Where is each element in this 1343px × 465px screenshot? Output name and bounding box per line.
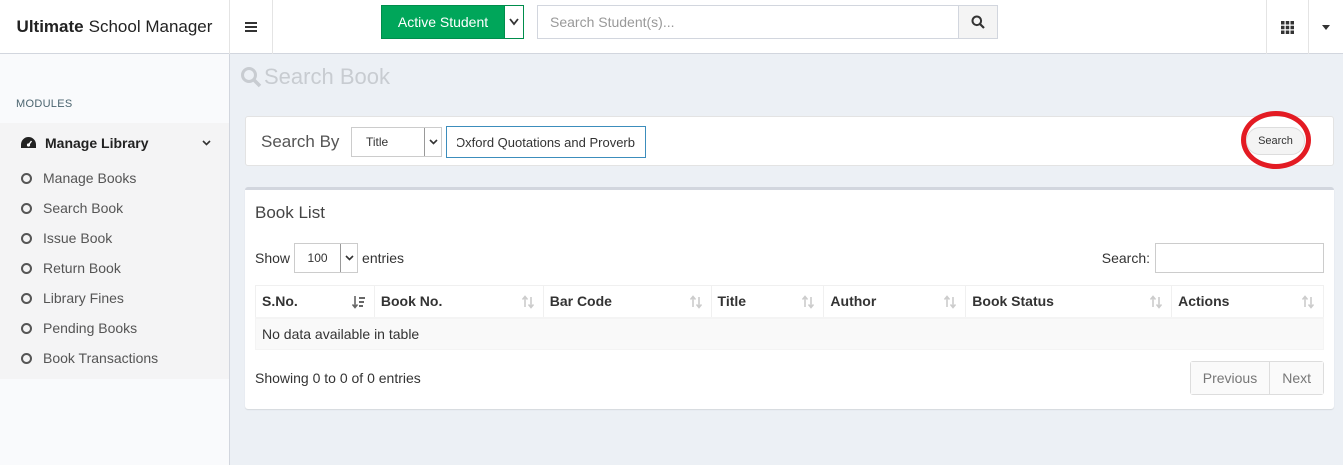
- brand-rest: School Manager: [88, 17, 213, 36]
- entries-select-value: 100: [307, 251, 328, 265]
- previous-page-button[interactable]: Previous: [1190, 362, 1270, 394]
- sidebar-item-manage-books[interactable]: Manage Books: [0, 163, 229, 193]
- search-by-select[interactable]: Title: [351, 127, 442, 157]
- top-navbar: Ultimate School Manager Active Student: [0, 0, 1343, 54]
- sort-both-icon: [1301, 295, 1315, 309]
- book-list-title: Book List: [255, 203, 325, 222]
- sort-both-icon: [802, 295, 815, 309]
- column-header-book-status[interactable]: Book Status: [965, 285, 1173, 319]
- sidebar: MODULES Manage Library Manage Books Sear…: [0, 54, 230, 465]
- column-header-book-no[interactable]: Book No.: [373, 285, 544, 319]
- sidebar-item-book-transactions[interactable]: Book Transactions: [0, 343, 229, 373]
- column-header-label: Book Status: [972, 293, 1054, 310]
- circle-icon: [21, 172, 32, 184]
- column-header-label: Book No.: [380, 293, 443, 310]
- sort-both-icon: [1149, 295, 1163, 309]
- book-list-box: Book List Show 100 entries Search: S.No.…: [245, 187, 1334, 409]
- table-search-input[interactable]: [1155, 243, 1324, 273]
- sidebar-group-label: Manage Library: [45, 135, 149, 151]
- active-student-dropdown[interactable]: Active Student: [381, 5, 524, 39]
- student-search-button[interactable]: [958, 6, 997, 38]
- book-table: S.No. Book No. Bar Code Title Author Boo…: [255, 285, 1324, 350]
- sort-both-icon: [689, 295, 702, 309]
- chevron-down-icon: [202, 140, 211, 146]
- brand-bold: Ultimate: [16, 17, 84, 36]
- circle-icon: [21, 292, 32, 304]
- pagination: Previous Next: [1189, 361, 1324, 395]
- table-header-row: S.No. Book No. Bar Code Title Author Boo…: [255, 285, 1324, 319]
- circle-icon: [21, 202, 32, 214]
- column-header-label: Bar Code: [549, 293, 612, 310]
- page-title-text: Search Book: [264, 64, 390, 89]
- search-title-input[interactable]: [446, 126, 646, 158]
- column-header-label: Title: [717, 293, 747, 310]
- table-row: No data available in table: [255, 317, 1324, 350]
- sidebar-item-label: Library Fines: [43, 290, 124, 306]
- empty-table-message: No data available in table: [255, 317, 1324, 350]
- column-header-title[interactable]: Title: [710, 285, 825, 319]
- sidebar-item-pending-books[interactable]: Pending Books: [0, 313, 229, 343]
- search-form-box: Search By Title Search: [245, 111, 1334, 169]
- chevron-down-icon: [424, 128, 441, 156]
- circle-icon: [21, 322, 32, 334]
- entries-length-control: Show 100 entries: [255, 243, 404, 273]
- circle-icon: [21, 232, 32, 244]
- search-button[interactable]: Search: [1246, 127, 1305, 155]
- dashboard-gauge-icon: [21, 137, 36, 148]
- column-header-bar-code[interactable]: Bar Code: [542, 285, 712, 319]
- student-search-input[interactable]: [538, 6, 958, 38]
- table-info: Showing 0 to 0 of 0 entries: [255, 370, 421, 386]
- table-search-label: Search:: [1101, 250, 1150, 266]
- modules-header: MODULES: [16, 98, 73, 110]
- circle-icon: [21, 262, 32, 274]
- sidebar-item-label: Return Book: [43, 260, 121, 276]
- search-by-label: Search By: [261, 132, 340, 151]
- sidebar-item-issue-book[interactable]: Issue Book: [0, 223, 229, 253]
- sidebar-item-return-book[interactable]: Return Book: [0, 253, 229, 283]
- show-label: Show: [255, 250, 291, 266]
- sidebar-item-label: Book Transactions: [43, 350, 159, 366]
- sidebar-item-label: Pending Books: [43, 320, 138, 336]
- sidebar-item-label: Search Book: [43, 200, 124, 216]
- hamburger-icon: [245, 26, 257, 28]
- entries-select[interactable]: 100: [294, 243, 359, 273]
- search-by-select-value: Title: [366, 135, 389, 149]
- user-menu-caret-icon[interactable]: [1309, 0, 1343, 54]
- sidebar-item-search-book[interactable]: Search Book: [0, 193, 229, 223]
- column-header-actions[interactable]: Actions: [1171, 285, 1324, 319]
- table-search: Search:: [1102, 243, 1324, 273]
- column-header-label: Actions: [1178, 293, 1230, 310]
- chevron-down-icon: [340, 244, 357, 272]
- apps-grid-icon[interactable]: [1266, 0, 1309, 54]
- page-title: Search Book: [240, 64, 390, 90]
- next-page-button[interactable]: Next: [1269, 362, 1323, 394]
- column-header-author[interactable]: Author: [823, 285, 967, 319]
- sidebar-toggle-button[interactable]: [230, 0, 273, 54]
- search-icon: [971, 15, 985, 29]
- sidebar-item-library-fines[interactable]: Library Fines: [0, 283, 229, 313]
- circle-icon: [21, 352, 32, 364]
- sidebar-item-label: Issue Book: [43, 230, 113, 246]
- brand-logo[interactable]: Ultimate School Manager: [0, 0, 230, 54]
- sort-both-icon: [944, 295, 957, 309]
- manage-library-menu: Manage Library Manage Books Search Book …: [0, 123, 229, 379]
- sort-both-icon: [521, 295, 534, 309]
- column-header-label: S.No.: [262, 293, 298, 310]
- sidebar-group-manage-library[interactable]: Manage Library: [0, 123, 229, 163]
- column-header-label: Author: [830, 293, 877, 310]
- sort-asc-icon: [351, 296, 365, 309]
- library-submenu: Manage Books Search Book Issue Book Retu…: [0, 163, 229, 379]
- student-search-group: [537, 5, 998, 39]
- sidebar-item-label: Manage Books: [43, 170, 137, 186]
- entries-label: entries: [362, 250, 405, 266]
- active-student-label[interactable]: Active Student: [381, 5, 505, 39]
- search-icon: [241, 67, 262, 88]
- column-header-sno[interactable]: S.No.: [255, 285, 375, 319]
- chevron-down-icon[interactable]: [505, 5, 524, 39]
